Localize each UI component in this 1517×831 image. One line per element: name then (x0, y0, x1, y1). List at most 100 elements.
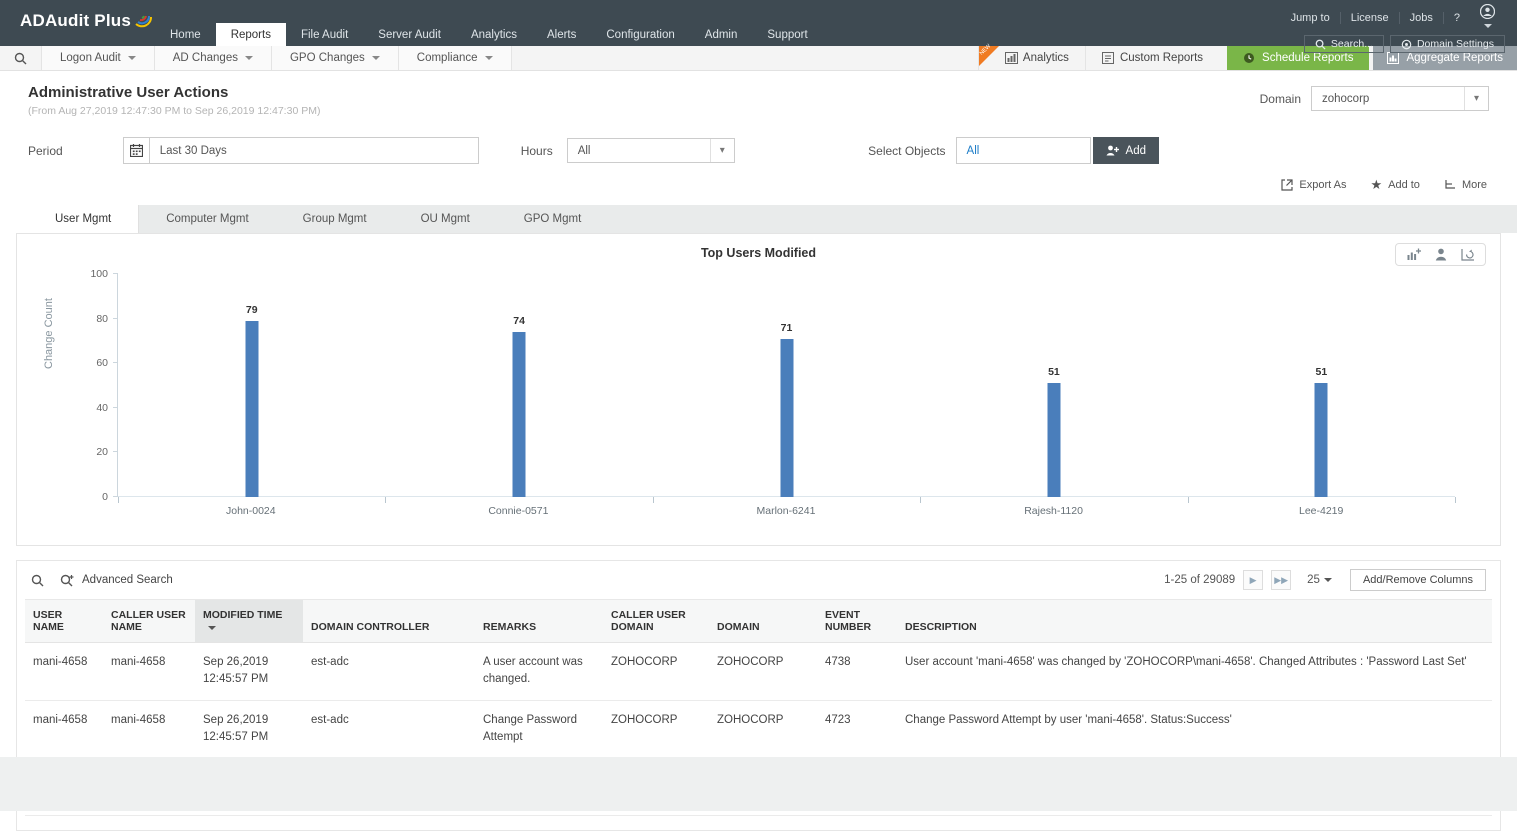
col-domain-controller[interactable]: DOMAIN CONTROLLER (303, 600, 475, 643)
app-logo[interactable]: ADAudit Plus (20, 11, 153, 31)
nav-support[interactable]: Support (752, 23, 822, 46)
table-pagination: 1-25 of 29089 ▶ ▶▶ 25 Add/Remove Columns (1164, 569, 1486, 591)
chart-refresh-button[interactable] (1461, 248, 1475, 261)
analytics-link[interactable]: NEW Analytics (978, 46, 1085, 70)
custom-reports-label: Custom Reports (1120, 52, 1203, 64)
period-value: Last 30 Days (160, 145, 227, 157)
chart-plot-area: 0 20 40 60 80 100 79 74 (117, 274, 1455, 497)
menu-compliance[interactable]: Compliance (399, 46, 512, 70)
nav-alerts[interactable]: Alerts (532, 23, 591, 46)
nav-home[interactable]: Home (155, 23, 216, 46)
cell-user-name: mani-4658 (25, 643, 103, 701)
license-link[interactable]: License (1341, 12, 1400, 24)
table-search-button[interactable] (31, 574, 44, 587)
next-page-button[interactable]: ▶ (1243, 570, 1263, 590)
last-page-button[interactable]: ▶▶ (1271, 570, 1291, 590)
domain-settings-icon (1401, 39, 1412, 50)
y-axis-label: Change Count (43, 298, 55, 369)
table-toolbar: Advanced Search 1-25 of 29089 ▶ ▶▶ 25 Ad… (17, 561, 1500, 599)
chart-user-filter-button[interactable] (1435, 248, 1447, 261)
advanced-search-button[interactable]: Advanced Search (60, 574, 173, 587)
sort-desc-icon (208, 626, 216, 630)
period-input[interactable]: Last 30 Days (149, 137, 479, 164)
hours-select-value: All (568, 145, 710, 157)
add-remove-columns-button[interactable]: Add/Remove Columns (1350, 569, 1486, 591)
tab-group-mgmt[interactable]: Group Mgmt (276, 205, 394, 233)
tab-gpo-mgmt[interactable]: GPO Mgmt (497, 205, 609, 233)
x-divider (920, 497, 921, 503)
domain-selector-block: Domain zohocorp ▾ (1260, 86, 1489, 111)
cell-domain: ZOHOCORP (709, 643, 817, 701)
cell-remarks: Change Password Attempt (475, 700, 603, 758)
header-utility-links: Jump to License Jobs ? (1281, 4, 1505, 31)
menu-logon-audit[interactable]: Logon Audit (42, 46, 155, 70)
bar[interactable] (1315, 383, 1328, 497)
domain-label: Domain (1260, 92, 1301, 106)
bar[interactable] (513, 332, 526, 497)
jump-to-link[interactable]: Jump to (1281, 12, 1341, 24)
bar[interactable] (245, 321, 258, 497)
col-modified-time-label: MODIFIED TIME (203, 609, 282, 621)
cell-caller-user-domain: ZOHOCORP (603, 700, 709, 758)
menu-ad-changes[interactable]: AD Changes (155, 46, 272, 70)
bar[interactable] (1047, 383, 1060, 497)
calendar-button[interactable] (123, 137, 150, 164)
domain-select[interactable]: zohocorp ▾ (1311, 86, 1489, 111)
y-tick: 20 (96, 446, 108, 458)
table-row[interactable]: mani-4658 mani-4658 Sep 26,2019 12:45:57… (25, 700, 1492, 758)
page-size-select[interactable]: 25 (1307, 574, 1332, 586)
table-row[interactable]: mani-4658 mani-4658 Sep 26,2019 12:45:57… (25, 643, 1492, 701)
nav-server-audit[interactable]: Server Audit (363, 23, 456, 46)
custom-reports-button[interactable]: Custom Reports (1085, 46, 1219, 70)
col-remarks[interactable]: REMARKS (475, 600, 603, 643)
page-size-value: 25 (1307, 574, 1320, 586)
nav-analytics[interactable]: Analytics (456, 23, 532, 46)
x-divider (1188, 497, 1189, 503)
col-description[interactable]: DESCRIPTION (897, 600, 1492, 643)
select-objects-input[interactable]: All (956, 137, 1091, 164)
col-caller-user-domain[interactable]: CALLER USER DOMAIN (603, 600, 709, 643)
export-as-label: Export As (1299, 179, 1346, 191)
col-domain[interactable]: DOMAIN (709, 600, 817, 643)
help-link[interactable]: ? (1444, 12, 1470, 24)
nav-admin[interactable]: Admin (690, 23, 753, 46)
more-button[interactable]: More (1444, 179, 1487, 191)
jobs-link[interactable]: Jobs (1400, 12, 1444, 24)
report-date-range: (From Aug 27,2019 12:47:30 PM to Sep 26,… (28, 105, 320, 117)
hours-select[interactable]: All ▾ (567, 138, 735, 163)
col-modified-time[interactable]: MODIFIED TIME (195, 600, 303, 643)
x-tick-label: Rajesh-1120 (920, 505, 1188, 517)
tab-user-mgmt[interactable]: User Mgmt (28, 205, 138, 233)
col-caller-user-name[interactable]: CALLER USER NAME (103, 600, 195, 643)
analytics-icon (1005, 52, 1018, 64)
search-icon (14, 52, 27, 65)
tab-computer-mgmt[interactable]: Computer Mgmt (139, 205, 275, 233)
add-user-icon (1106, 145, 1119, 156)
col-user-name[interactable]: USER NAME (25, 600, 103, 643)
menu-gpo-changes[interactable]: GPO Changes (272, 46, 399, 70)
add-button-label: Add (1126, 145, 1146, 157)
chart-type-button[interactable] (1406, 248, 1421, 261)
report-search-button[interactable] (0, 46, 42, 70)
user-menu[interactable] (1470, 4, 1505, 31)
bar-value-label: 51 (1315, 366, 1327, 378)
bar[interactable] (780, 339, 793, 497)
add-to-button[interactable]: ★ Add to (1370, 178, 1419, 191)
nav-reports[interactable]: Reports (216, 23, 286, 46)
col-event-number[interactable]: EVENT NUMBER (817, 600, 897, 643)
nav-file-audit[interactable]: File Audit (286, 23, 363, 46)
nav-configuration[interactable]: Configuration (591, 23, 689, 46)
domain-settings-button[interactable]: Domain Settings (1390, 35, 1505, 53)
export-as-button[interactable]: Export As (1281, 179, 1346, 191)
cell-remarks: A user account was changed. (475, 643, 603, 701)
bar-slot: 51 (1188, 274, 1455, 497)
chart-title: Top Users Modified (17, 246, 1500, 260)
global-search-button[interactable]: Search... (1304, 35, 1384, 53)
domain-select-value: zohocorp (1312, 93, 1464, 105)
tab-ou-mgmt[interactable]: OU Mgmt (394, 205, 497, 233)
x-tick-label: Marlon-6241 (652, 505, 920, 517)
add-objects-button[interactable]: Add (1093, 137, 1159, 164)
chart-bars: 79 74 71 51 (118, 274, 1455, 497)
y-tick: 100 (90, 268, 108, 280)
hours-label: Hours (521, 144, 553, 158)
